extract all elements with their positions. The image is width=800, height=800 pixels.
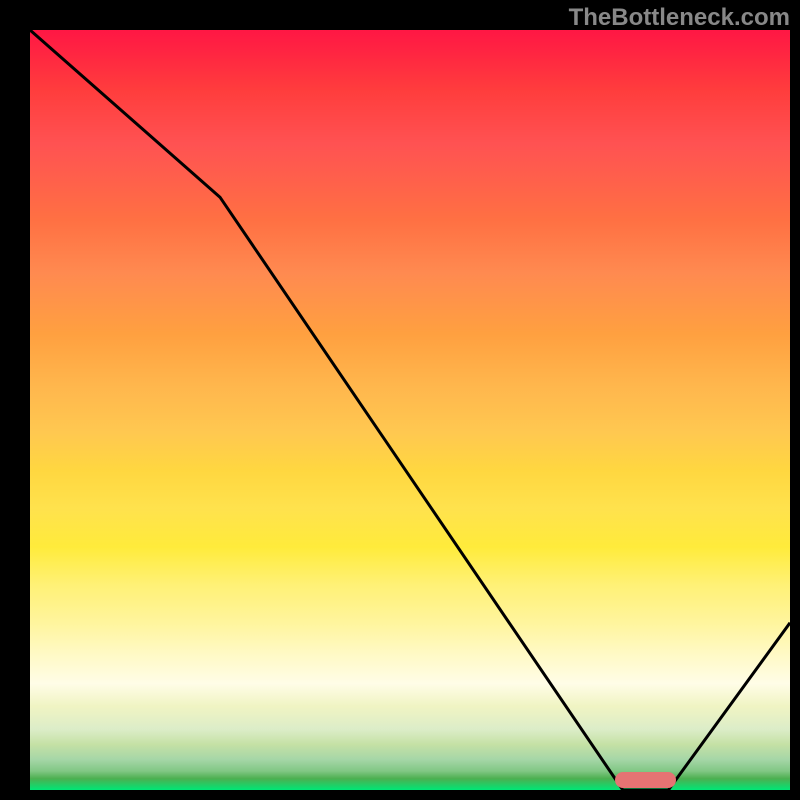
curve-path (30, 30, 790, 790)
bottleneck-curve (30, 30, 790, 790)
chart-container: TheBottleneck.com (0, 0, 800, 800)
y-axis (0, 0, 30, 800)
plot-area (30, 30, 790, 790)
optimal-range-marker (615, 772, 676, 788)
x-axis (0, 790, 800, 800)
watermark-text: TheBottleneck.com (569, 4, 790, 32)
